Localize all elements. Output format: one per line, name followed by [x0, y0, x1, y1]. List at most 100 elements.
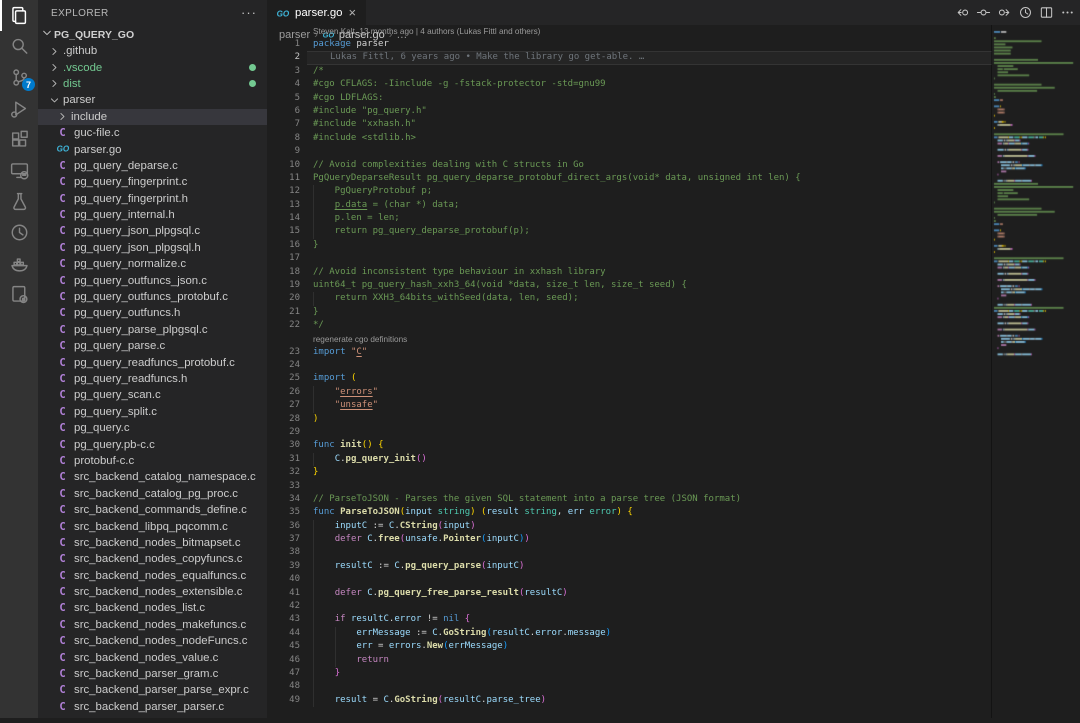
- workspace-section-header[interactable]: PG_QUERY_GO: [38, 26, 267, 43]
- codelens-blame-authors[interactable]: Steven Kalt, 13 months ago | 4 authors (…: [267, 25, 992, 38]
- more-actions-icon[interactable]: [1057, 0, 1078, 25]
- indent-guide: [313, 546, 314, 559]
- tree-item-src-backend-commands-define-c[interactable]: Csrc_backend_commands_define.c: [38, 502, 267, 518]
- tree-item-src-backend-catalog-pg-proc-c[interactable]: Csrc_backend_catalog_pg_proc.c: [38, 486, 267, 502]
- tree-item-pg-query-internal-h[interactable]: Cpg_query_internal.h: [38, 207, 267, 223]
- tree-item-pg-query-outfuncs-h[interactable]: Cpg_query_outfuncs.h: [38, 305, 267, 321]
- split-editor-icon[interactable]: [1036, 0, 1057, 25]
- tree-item-pg-query-scan-c[interactable]: Cpg_query_scan.c: [38, 387, 267, 403]
- search-icon[interactable]: [0, 31, 38, 62]
- gitlens-icon[interactable]: [0, 217, 38, 248]
- explorer-more-actions-icon[interactable]: ···: [241, 8, 257, 18]
- tree-item-src-backend-nodes-equalfuncs-c[interactable]: Csrc_backend_nodes_equalfuncs.c: [38, 568, 267, 584]
- indent-guide: [313, 613, 314, 626]
- tree-item-label: pg_query_readfuncs_protobuf.c: [74, 357, 235, 369]
- tree-item-parser[interactable]: parser: [38, 92, 267, 108]
- code-line-4: 4#cgo CFLAGS: -Iinclude -g -fstack-prote…: [267, 78, 992, 91]
- explorer-icon[interactable]: [0, 0, 38, 31]
- minimap[interactable]: [992, 25, 1080, 718]
- tree-item-src-backend-libpq-pqcomm-c[interactable]: Csrc_backend_libpq_pqcomm.c: [38, 518, 267, 534]
- tree-item-pg-query-pb-c-c[interactable]: Cpg_query.pb-c.c: [38, 436, 267, 452]
- tree-item-src-backend-parser-parser-c[interactable]: Csrc_backend_parser_parser.c: [38, 699, 267, 715]
- open-changes-icon[interactable]: [973, 0, 994, 25]
- tree-item-pg-query-fingerprint-h[interactable]: Cpg_query_fingerprint.h: [38, 191, 267, 207]
- tree-item-src-backend-nodes-nodefuncs-c[interactable]: Csrc_backend_nodes_nodeFuncs.c: [38, 633, 267, 649]
- indent-guide: [313, 640, 314, 653]
- indent-guide: [313, 533, 314, 546]
- tree-item-pg-query-parse-plpgsql-c[interactable]: Cpg_query_parse_plpgsql.c: [38, 322, 267, 338]
- tree-item-src-backend-nodes-makefuncs-c[interactable]: Csrc_backend_nodes_makefuncs.c: [38, 617, 267, 633]
- close-tab-icon[interactable]: ×: [348, 6, 358, 19]
- indent-guide: [313, 520, 314, 533]
- codelens-link[interactable]: regenerate cgo definitions: [267, 333, 992, 346]
- tree-item-src-backend-parser-parse-expr-c[interactable]: Csrc_backend_parser_parse_expr.c: [38, 682, 267, 698]
- tree-item-protobuf-c-c[interactable]: Cprotobuf-c.c: [38, 453, 267, 469]
- code-area[interactable]: Steven Kalt, 13 months ago | 4 authors (…: [267, 25, 992, 707]
- c-file-icon: C: [56, 242, 69, 254]
- testing-icon[interactable]: [0, 186, 38, 217]
- tab-parser-go[interactable]: GO parser.go ×: [267, 0, 366, 25]
- code-line-37: 37 defer C.free(unsafe.Pointer(inputC)): [267, 533, 992, 546]
- tree-item-label: src_backend_nodes_value.c: [74, 652, 218, 664]
- minimap-canvas[interactable]: [992, 25, 1080, 718]
- source-control-icon[interactable]: 7: [0, 62, 38, 93]
- c-file-icon: C: [56, 439, 69, 451]
- code-line-33: 33: [267, 480, 992, 493]
- indent-guide: [313, 573, 314, 586]
- tree-item-pg-query-split-c[interactable]: Cpg_query_split.c: [38, 404, 267, 420]
- tree-item-pg-query-fingerprint-c[interactable]: Cpg_query_fingerprint.c: [38, 174, 267, 190]
- extensions-icon[interactable]: [0, 124, 38, 155]
- line-number: 47: [267, 667, 300, 680]
- tree-item-pg-query-outfuncs-json-c[interactable]: Cpg_query_outfuncs_json.c: [38, 272, 267, 288]
- open-next-change-icon[interactable]: [994, 0, 1015, 25]
- tree-item-src-backend-nodes-extensible-c[interactable]: Csrc_backend_nodes_extensible.c: [38, 584, 267, 600]
- tree-item-pg-query-outfuncs-protobuf-c[interactable]: Cpg_query_outfuncs_protobuf.c: [38, 289, 267, 305]
- line-number: 3: [267, 65, 300, 78]
- tree-item-pg-query-readfuncs-protobuf-c[interactable]: Cpg_query_readfuncs_protobuf.c: [38, 354, 267, 370]
- tree-item-src-backend-nodes-list-c[interactable]: Csrc_backend_nodes_list.c: [38, 600, 267, 616]
- tree-item-pg-query-readfuncs-h[interactable]: Cpg_query_readfuncs.h: [38, 371, 267, 387]
- code-line-20: 20 return XXH3_64bits_withSeed(data, len…: [267, 292, 992, 305]
- code-line-14: 14 p.len = len;: [267, 212, 992, 225]
- tree-item-src-backend-catalog-namespace-c[interactable]: Csrc_backend_catalog_namespace.c: [38, 469, 267, 485]
- code-viewport[interactable]: Steven Kalt, 13 months ago | 4 authors (…: [267, 25, 992, 718]
- tree-item--vscode[interactable]: .vscode: [38, 59, 267, 75]
- tree-item-src-backend-nodes-bitmapset-c[interactable]: Csrc_backend_nodes_bitmapset.c: [38, 535, 267, 551]
- file-history-icon[interactable]: [1015, 0, 1036, 25]
- code-line-21: 21}: [267, 306, 992, 319]
- chevron-right-icon: [56, 110, 69, 123]
- tree-item--github[interactable]: .github: [38, 43, 267, 59]
- line-number: 41: [267, 587, 300, 600]
- line-number: 27: [267, 399, 300, 412]
- tree-item-label: pg_query_deparse.c: [74, 160, 178, 172]
- line-number: 21: [267, 306, 300, 319]
- explorer-sidebar: EXPLORER ··· PG_QUERY_GO .github.vscoded…: [38, 0, 267, 718]
- code-line-49: 49 result = C.GoString(resultC.parse_tre…: [267, 694, 992, 707]
- tree-item-pg-query-json-plpgsql-c[interactable]: Cpg_query_json_plpgsql.c: [38, 223, 267, 239]
- indent-guide: [313, 694, 314, 707]
- indent-guide: [313, 654, 314, 667]
- tree-item-guc-file-c[interactable]: Cguc-file.c: [38, 125, 267, 141]
- tree-item-pg-query-parse-c[interactable]: Cpg_query_parse.c: [38, 338, 267, 354]
- tree-item-pg-query-deparse-c[interactable]: Cpg_query_deparse.c: [38, 158, 267, 174]
- tree-item-dist[interactable]: dist: [38, 76, 267, 92]
- line-number: 44: [267, 627, 300, 640]
- remote-explorer-icon[interactable]: [0, 155, 38, 186]
- code-line-3: 3/*: [267, 65, 992, 78]
- project-manager-icon[interactable]: [0, 279, 38, 310]
- tree-item-src-backend-nodes-copyfuncs-c[interactable]: Csrc_backend_nodes_copyfuncs.c: [38, 551, 267, 567]
- tree-item-pg-query-normalize-c[interactable]: Cpg_query_normalize.c: [38, 256, 267, 272]
- line-number: 30: [267, 439, 300, 452]
- tree-item-src-backend-parser-gram-c[interactable]: Csrc_backend_parser_gram.c: [38, 666, 267, 682]
- tree-item-pg-query-json-plpgsql-h[interactable]: Cpg_query_json_plpgsql.h: [38, 240, 267, 256]
- line-number: 20: [267, 292, 300, 305]
- tree-item-src-backend-nodes-value-c[interactable]: Csrc_backend_nodes_value.c: [38, 649, 267, 665]
- run-and-debug-icon[interactable]: [0, 93, 38, 124]
- line-number: 22: [267, 319, 300, 332]
- tree-item-pg-query-c[interactable]: Cpg_query.c: [38, 420, 267, 436]
- open-previous-change-icon[interactable]: [952, 0, 973, 25]
- tree-item-parser-go[interactable]: GOparser.go: [38, 141, 267, 157]
- tree-item-label: pg_query_normalize.c: [74, 258, 186, 270]
- docker-icon[interactable]: [0, 248, 38, 279]
- tree-item-include[interactable]: include: [38, 109, 267, 125]
